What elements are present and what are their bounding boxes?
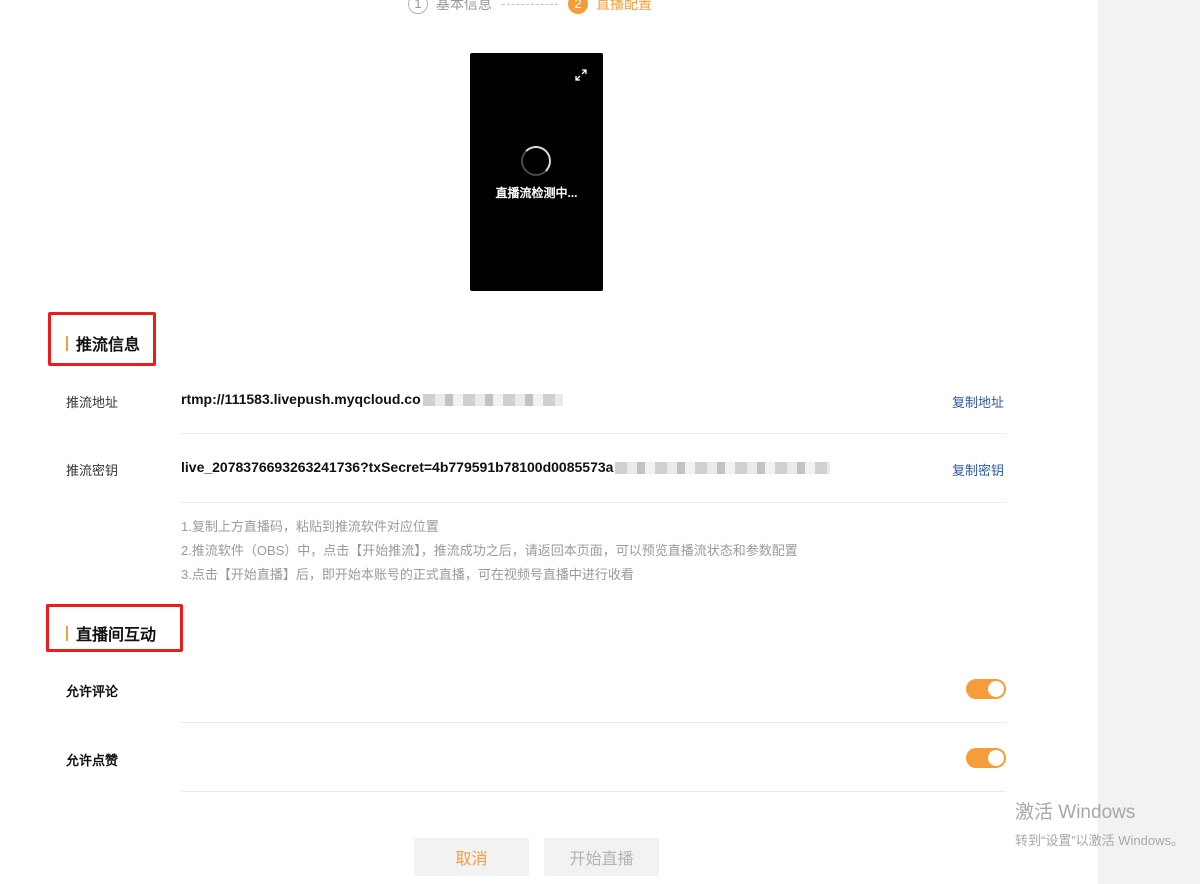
allow-comments-toggle[interactable] [966,679,1006,699]
redacted-blur [422,394,563,407]
windows-activation-watermark: 激活 Windows 转到“设置”以激活 Windows。 [1015,802,1184,849]
watermark-subtitle: 转到“设置”以激活 Windows。 [1015,833,1185,848]
push-address-text: rtmp://111583.livepush.myqcloud.co [181,391,421,407]
step-indicator: 1 基本信息 2 直播配置 [408,0,652,16]
step-number: 1 [408,0,428,14]
section-bar [66,625,68,641]
allow-likes-toggle[interactable] [966,748,1006,768]
divider [181,433,1006,434]
divider [181,722,1006,723]
step-basic-info[interactable]: 1 基本信息 [408,0,492,14]
step-divider [502,4,558,5]
cancel-button[interactable]: 取消 [414,838,529,876]
instruction-tips: 1.复制上方直播码，粘贴到推流软件对应位置 2.推流软件（OBS）中，点击【开始… [181,515,798,587]
push-info-title: 推流信息 [66,331,140,355]
step-live-config[interactable]: 2 直播配置 [568,0,652,14]
push-key-text: live_2078376693263241736?txSecret=4b7795… [181,459,614,475]
section-bar [66,335,68,351]
start-live-button[interactable]: 开始直播 [544,838,659,876]
loading-spinner-icon [521,146,551,176]
tip-item: 1.复制上方直播码，粘贴到推流软件对应位置 [181,519,439,534]
section-title-text: 直播间互动 [76,627,157,644]
step-label: 直播配置 [596,0,652,12]
step-number: 2 [568,0,588,14]
push-key-value: live_2078376693263241736?txSecret=4b7795… [181,459,831,475]
push-address-value: rtmp://111583.livepush.myqcloud.co [181,391,563,407]
push-key-label: 推流密钥 [66,463,119,478]
live-preview: 直播流检测中... [470,53,603,291]
push-address-label: 推流地址 [66,395,119,410]
fullscreen-icon[interactable] [575,69,587,81]
tip-item: 2.推流软件（OBS）中，点击【开始推流】，推流成功之后，请返回本页面，可以预览… [181,543,798,558]
redacted-blur [615,462,831,475]
interaction-title: 直播间互动 [66,621,156,645]
watermark-title: 激活 Windows [1015,802,1136,823]
tip-item: 3.点击【开始直播】后，即开始本账号的正式直播，可在视频号直播中进行收看 [181,567,634,582]
divider [181,791,1006,792]
copy-address-link[interactable]: 复制地址 [952,392,1004,411]
divider [181,502,1006,503]
allow-comments-label: 允许评论 [66,684,119,699]
right-gutter [1098,0,1200,884]
copy-key-link[interactable]: 复制密钥 [952,460,1004,479]
preview-status: 直播流检测中... [495,186,578,200]
allow-likes-label: 允许点赞 [66,753,119,768]
section-title-text: 推流信息 [76,337,141,354]
step-label: 基本信息 [436,0,492,12]
toggle-knob [988,750,1004,766]
toggle-knob [988,681,1004,697]
